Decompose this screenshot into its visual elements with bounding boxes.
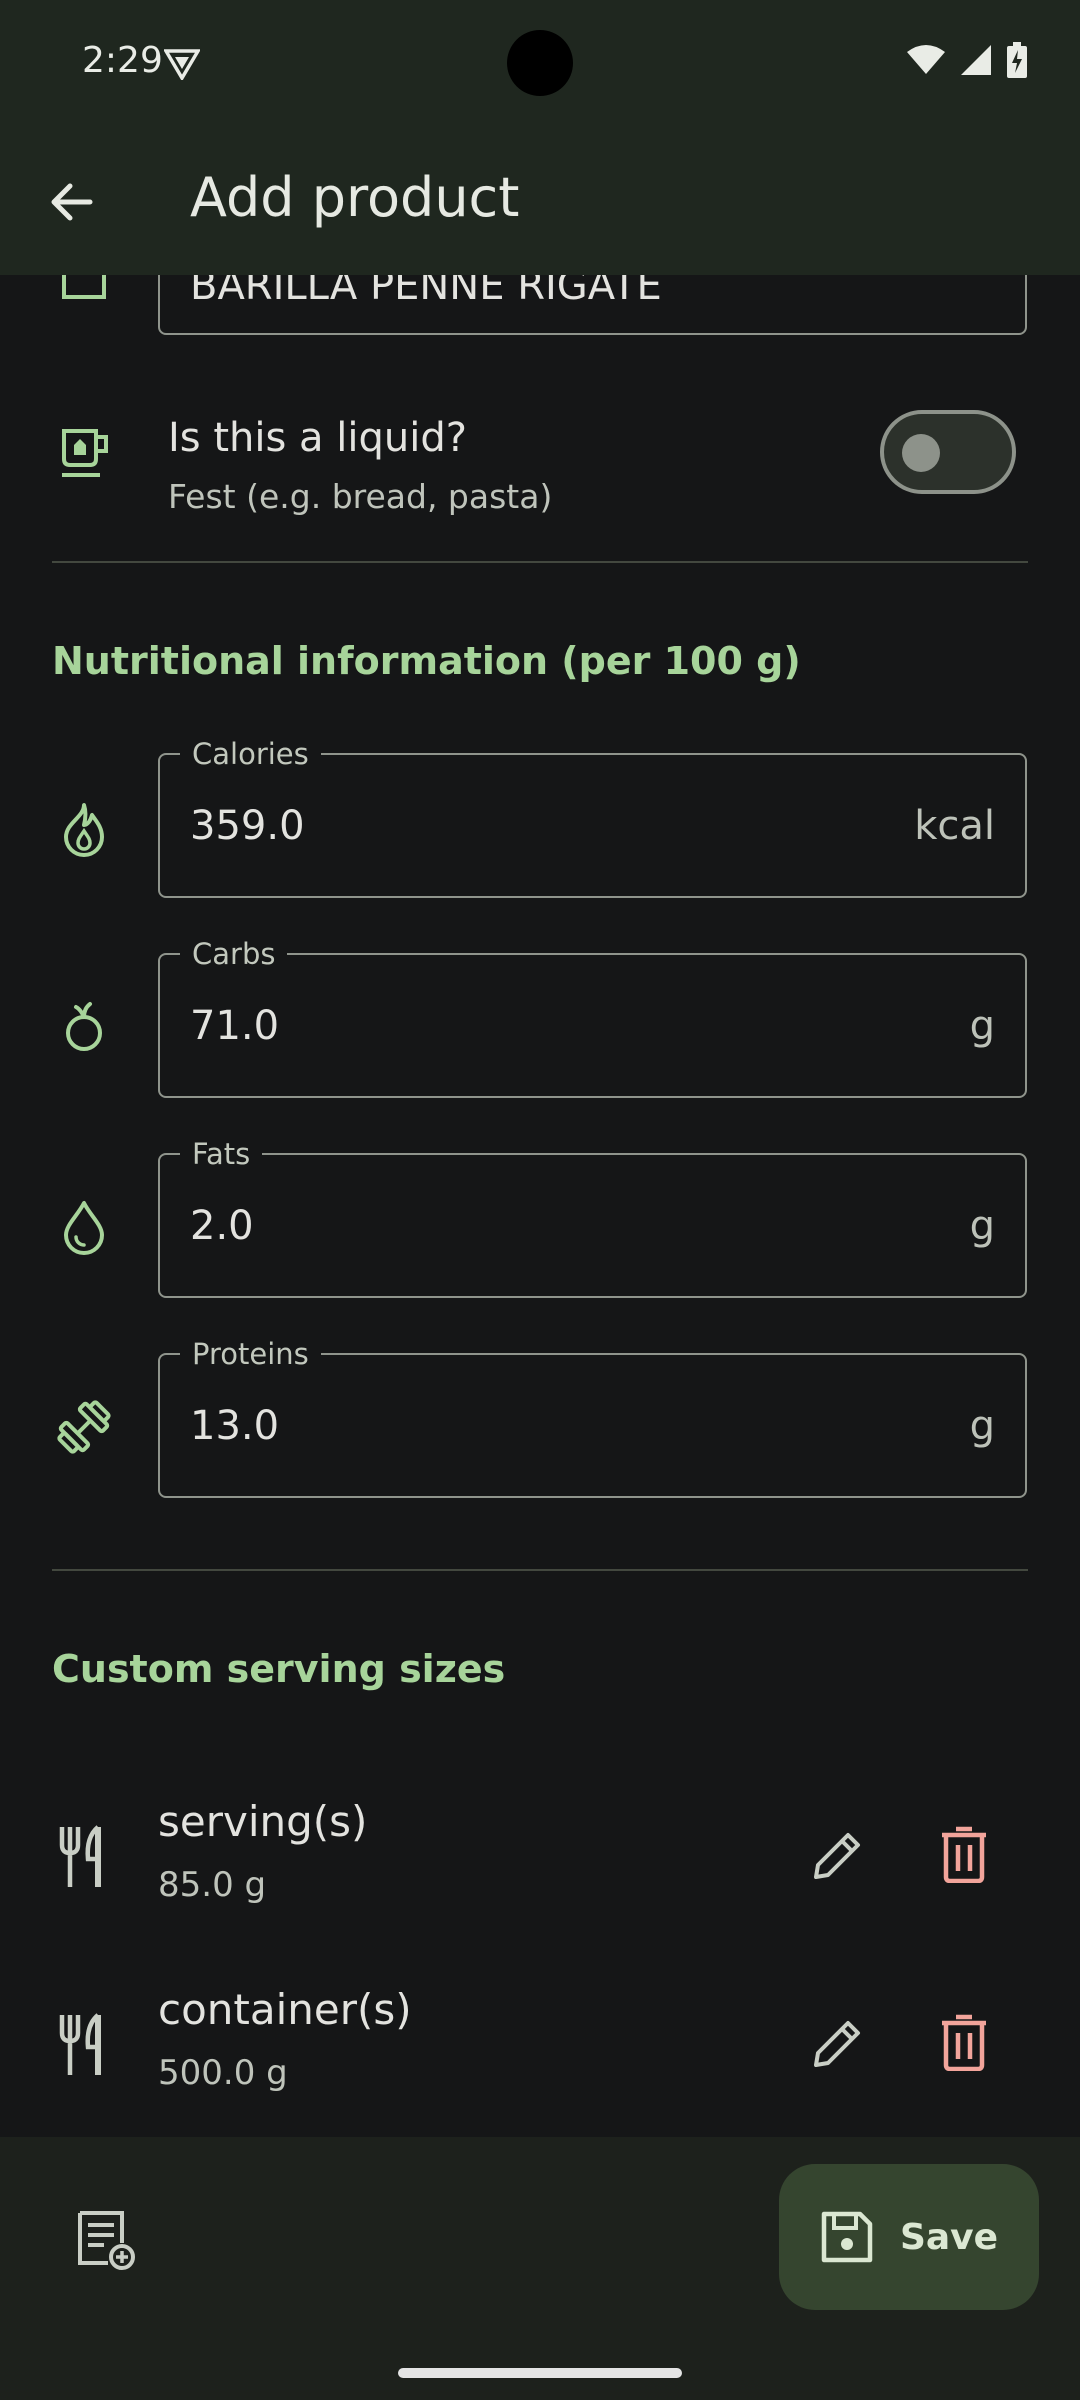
serving-name: serving(s) — [158, 1797, 368, 1846]
fats-value: 2.0 — [190, 1203, 254, 1249]
drop-icon — [56, 1199, 112, 1255]
carbs-unit: g — [969, 1003, 995, 1049]
bottom-app-bar: Save — [0, 2137, 1080, 2400]
proteins-field[interactable]: Proteins 13.0 g — [158, 1337, 1027, 1498]
serving-name: container(s) — [158, 1985, 412, 2034]
serving-row[interactable]: serving(s) 85.0 g — [0, 1777, 1080, 1927]
apple-icon — [56, 999, 112, 1055]
liquid-toggle[interactable] — [880, 410, 1016, 494]
edit-icon[interactable] — [810, 1827, 866, 1883]
form-content[interactable]: BARILLA PENNE RIGATE Is this a liquid? F… — [0, 275, 1080, 2137]
delete-icon[interactable] — [936, 2013, 992, 2071]
page-title: Add product — [190, 166, 520, 229]
save-icon — [820, 2210, 874, 2264]
carbs-value: 71.0 — [190, 1003, 280, 1049]
home-indicator[interactable] — [398, 2368, 682, 2378]
delete-icon[interactable] — [936, 1825, 992, 1883]
edit-icon[interactable] — [810, 2015, 866, 2071]
proteins-value: 13.0 — [190, 1403, 280, 1449]
serving-amount: 85.0 g — [158, 1865, 267, 1905]
carbs-field[interactable]: Carbs 71.0 g — [158, 937, 1027, 1098]
product-name-field[interactable]: BARILLA PENNE RIGATE — [158, 275, 1027, 335]
serving-row[interactable]: container(s) 500.0 g — [0, 1965, 1080, 2115]
app-bar: Add product — [0, 128, 1080, 275]
serving-amount: 500.0 g — [158, 2053, 288, 2093]
proteins-label: Proteins — [180, 1337, 321, 1371]
fats-label: Fats — [180, 1137, 263, 1171]
liquid-subtitle: Fest (e.g. bread, pasta) — [168, 477, 553, 516]
cutlery-icon — [56, 1825, 112, 1889]
fats-field[interactable]: Fats 2.0 g — [158, 1137, 1027, 1298]
save-label: Save — [899, 2216, 999, 2258]
calories-field[interactable]: Calories 359.0 kcal — [158, 737, 1027, 898]
nutrition-section-title: Nutritional information (per 100 g) — [52, 639, 801, 683]
signal-icon — [960, 44, 992, 76]
divider — [52, 561, 1028, 563]
wifi-icon — [906, 44, 946, 76]
status-time: 2:29 — [82, 40, 163, 81]
servings-section-title: Custom serving sizes — [52, 1647, 506, 1691]
battery-charging-icon — [1006, 42, 1028, 78]
vpn-icon — [164, 48, 200, 80]
add-note-icon[interactable] — [76, 2209, 138, 2271]
barcode-field-icon — [56, 275, 112, 303]
product-name-value: BARILLA PENNE RIGATE — [190, 275, 662, 309]
cup-icon — [56, 425, 114, 483]
back-arrow-icon[interactable] — [46, 176, 98, 228]
calories-label: Calories — [180, 737, 321, 771]
calories-unit: kcal — [914, 803, 995, 849]
save-button[interactable]: Save — [779, 2164, 1039, 2310]
status-icons — [906, 42, 1028, 78]
divider — [52, 1569, 1028, 1571]
proteins-unit: g — [969, 1403, 995, 1449]
cutlery-icon — [56, 2013, 112, 2077]
calories-value: 359.0 — [190, 803, 305, 849]
liquid-title: Is this a liquid? — [168, 415, 467, 461]
dumbbell-icon — [56, 1399, 112, 1455]
toggle-knob — [902, 434, 940, 472]
carbs-label: Carbs — [180, 937, 288, 971]
flame-icon — [56, 801, 112, 857]
camera-cutout — [507, 30, 573, 96]
status-bar: 2:29 — [0, 0, 1080, 128]
fats-unit: g — [969, 1203, 995, 1249]
